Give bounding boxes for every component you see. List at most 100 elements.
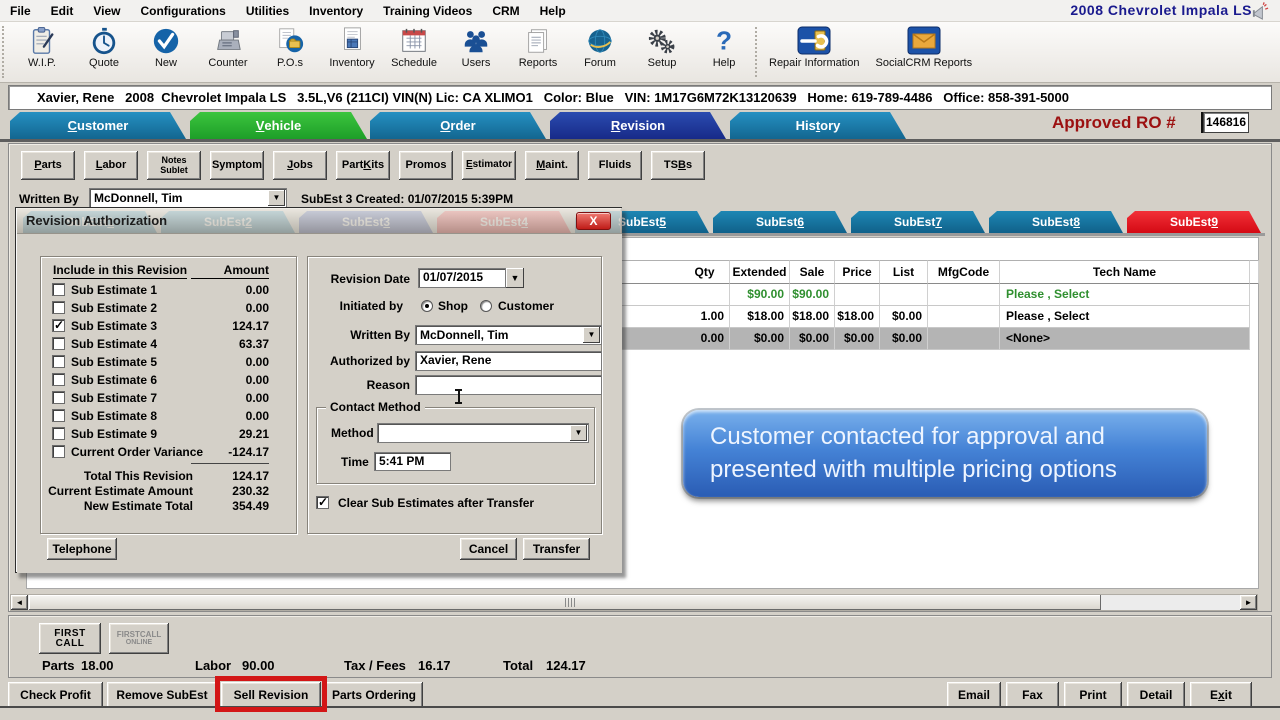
toolbar-help-button[interactable]: ? Help — [693, 22, 755, 78]
subtab-partkits[interactable]: PartKits — [336, 151, 390, 180]
close-icon[interactable]: X — [576, 212, 611, 230]
toolbar-pos-button[interactable]: P.O.s — [259, 22, 321, 78]
horizontal-scrollbar[interactable]: ◄ ► — [10, 594, 1258, 611]
cell-mfgcode — [928, 328, 1000, 350]
subtab-jobs[interactable]: Jobs — [273, 151, 327, 180]
menu-help[interactable]: Help — [530, 0, 576, 22]
menu-utilities[interactable]: Utilities — [236, 0, 299, 22]
subtab-parts[interactable]: Parts — [21, 151, 75, 180]
col-header-tech-name[interactable]: Tech Name — [1000, 260, 1250, 284]
subtab-maint[interactable]: Maint. — [525, 151, 579, 180]
first-call-online-button[interactable]: FIRSTCALL ONLINE — [109, 623, 169, 654]
customer-radio[interactable] — [480, 300, 492, 312]
menu-inventory[interactable]: Inventory — [299, 0, 373, 22]
toolbar-inventory-button[interactable]: Inventory — [321, 22, 383, 78]
estimate-label: Sub Estimate 3 — [71, 319, 157, 333]
toolbar-counter-button[interactable]: Counter — [197, 22, 259, 78]
toolbar-reports-button[interactable]: Reports — [507, 22, 569, 78]
exit-button[interactable]: Exit — [1190, 682, 1252, 708]
tab-customer[interactable]: Customer — [10, 112, 186, 139]
reason-input[interactable] — [415, 375, 602, 395]
sub-estimate-9-checkbox[interactable] — [52, 427, 65, 440]
col-header-list[interactable]: List — [880, 260, 928, 284]
tab-revision[interactable]: Revision — [550, 112, 726, 139]
authorized-by-input[interactable]: Xavier, Rene — [415, 351, 602, 371]
chevron-down-icon[interactable]: ▼ — [268, 190, 285, 206]
scroll-left-arrow-icon[interactable]: ◄ — [11, 595, 28, 610]
sub-estimate-5-checkbox[interactable] — [52, 355, 65, 368]
clear-sub-estimates-checkbox[interactable] — [316, 496, 329, 509]
email-button[interactable]: Email — [947, 682, 1001, 708]
chevron-down-icon[interactable]: ▼ — [570, 425, 587, 441]
sub-estimate-3-checkbox[interactable] — [52, 319, 65, 332]
cell-price: $18.00 — [835, 306, 880, 328]
chevron-down-icon[interactable]: ▼ — [583, 327, 600, 343]
scrollbar-thumb[interactable] — [29, 595, 1101, 610]
subtab-labor[interactable]: Labor — [84, 151, 138, 180]
detail-button[interactable]: Detail — [1127, 682, 1185, 708]
sub-estimate-8-checkbox[interactable] — [52, 409, 65, 422]
toolbar-socialcrm-reports-button[interactable]: SocialCRM Reports — [868, 22, 981, 78]
col-header-price[interactable]: Price — [835, 260, 880, 284]
first-call-button[interactable]: FIRST CALL — [39, 623, 101, 654]
subest-tab-7[interactable]: SubEst 7 — [851, 211, 985, 233]
total-amount: 354.49 — [191, 499, 269, 513]
subtab-estimator[interactable]: Estimator — [462, 151, 516, 180]
toolbar-users-button[interactable]: Users — [445, 22, 507, 78]
tab-vehicle[interactable]: Vehicle — [190, 112, 367, 139]
toolbar-quote-button[interactable]: Quote — [73, 22, 135, 78]
time-input[interactable]: 5:41 PM — [374, 452, 451, 471]
method-dropdown[interactable]: ▼ — [377, 423, 589, 443]
menu-edit[interactable]: Edit — [41, 0, 84, 22]
sub-estimate-4-checkbox[interactable] — [52, 337, 65, 350]
toolbar-schedule-button[interactable]: Schedule — [383, 22, 445, 78]
announcement-icon[interactable] — [1251, 2, 1270, 21]
tab-order[interactable]: Order — [370, 112, 546, 139]
date-picker-icon[interactable]: ▼ — [506, 268, 524, 288]
subest-tab-8[interactable]: SubEst 8 — [989, 211, 1123, 233]
col-header-sale[interactable]: Sale — [790, 260, 835, 284]
col-header-mfgcode[interactable]: MfgCode — [928, 260, 1000, 284]
sub-estimate-6-checkbox[interactable] — [52, 373, 65, 386]
sub-estimate-7-checkbox[interactable] — [52, 391, 65, 404]
shop-radio[interactable] — [421, 300, 433, 312]
toolbar-wip-button[interactable]: W.I.P. — [11, 22, 73, 78]
menu-configurations[interactable]: Configurations — [130, 0, 235, 22]
scroll-right-arrow-icon[interactable]: ► — [1240, 595, 1257, 610]
print-button[interactable]: Print — [1064, 682, 1122, 708]
total-amount: 230.32 — [191, 484, 269, 498]
col-header-qty[interactable]: Qty — [680, 260, 730, 284]
sub-estimate-1-checkbox[interactable] — [52, 283, 65, 296]
menu-file[interactable]: File — [0, 0, 41, 22]
menu-training-videos[interactable]: Training Videos — [373, 0, 482, 22]
toolbar-setup-button[interactable]: Setup — [631, 22, 693, 78]
subtab-notes-sublet[interactable]: Notes Sublet — [147, 151, 201, 180]
menu-view[interactable]: View — [83, 0, 130, 22]
parts-ordering-button[interactable]: Parts Ordering — [325, 682, 423, 708]
toolbar-forum-button[interactable]: Forum — [569, 22, 631, 78]
toolbar-new-button[interactable]: New — [135, 22, 197, 78]
col-header-extended[interactable]: Extended — [730, 260, 790, 284]
dialog-title-bar[interactable]: Revision Authorization — [17, 208, 622, 234]
tab-history[interactable]: History — [730, 112, 906, 139]
transfer-button[interactable]: Transfer — [523, 538, 590, 560]
subest-tab-6[interactable]: SubEst 6 — [713, 211, 847, 233]
remove-subest-button[interactable]: Remove SubEst — [107, 682, 217, 708]
cancel-button[interactable]: Cancel — [460, 538, 517, 560]
fax-button[interactable]: Fax — [1006, 682, 1059, 708]
toolbar-repair-information-button[interactable]: Repair Information — [761, 22, 868, 78]
include-header: Include in this Revision — [53, 263, 187, 279]
written-by-dropdown[interactable]: McDonnell, Tim ▼ — [89, 188, 287, 208]
subtab-tsbs[interactable]: TSBs — [651, 151, 705, 180]
subtab-fluids[interactable]: Fluids — [588, 151, 642, 180]
subest-tab-9[interactable]: SubEst 9 — [1127, 211, 1261, 233]
subtab-promos[interactable]: Promos — [399, 151, 453, 180]
sub-estimate-2-checkbox[interactable] — [52, 301, 65, 314]
written-by-dropdown[interactable]: McDonnell, Tim ▼ — [415, 325, 602, 345]
current-order-variance-checkbox[interactable] — [52, 445, 65, 458]
telephone-button[interactable]: Telephone — [47, 538, 117, 560]
revision-date-input[interactable]: 01/07/2015 — [418, 268, 506, 288]
check-profit-button[interactable]: Check Profit — [8, 682, 103, 708]
subtab-symptom[interactable]: Symptom — [210, 151, 264, 180]
menu-crm[interactable]: CRM — [482, 0, 529, 22]
